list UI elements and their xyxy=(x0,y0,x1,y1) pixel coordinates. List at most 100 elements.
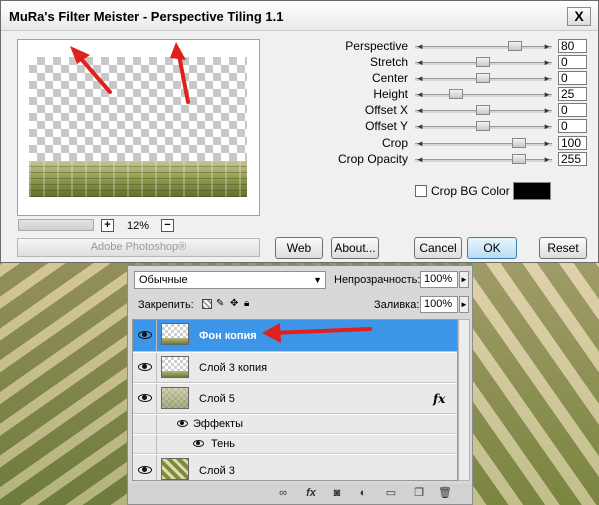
param-value-field[interactable]: 0 xyxy=(558,119,587,133)
visibility-toggle[interactable] xyxy=(133,435,157,454)
param-value-field[interactable]: 0 xyxy=(558,71,587,85)
param-value-field[interactable]: 0 xyxy=(558,55,587,69)
visibility-toggle[interactable] xyxy=(133,353,157,382)
trash-icon[interactable]: 🗑︎ xyxy=(438,487,452,500)
fx-badge[interactable]: fx xyxy=(433,392,445,406)
arrow-right-icon[interactable]: ► xyxy=(543,155,551,164)
visibility-toggle[interactable] xyxy=(133,320,157,351)
close-icon: X xyxy=(574,8,584,24)
slider-thumb[interactable] xyxy=(511,138,526,148)
eye-icon[interactable] xyxy=(177,420,188,427)
lock-brush-icon[interactable]: ✎ xyxy=(216,299,226,309)
reset-button[interactable]: Reset xyxy=(539,237,587,259)
param-value-field[interactable]: 255 xyxy=(558,152,587,166)
param-slider[interactable]: ◄ ► xyxy=(415,105,552,117)
ok-button[interactable]: OK xyxy=(467,237,517,259)
visibility-toggle[interactable] xyxy=(133,415,157,434)
layer-row[interactable]: Фон копия xyxy=(133,320,457,352)
dialog-titlebar[interactable]: MuRa's Filter Meister - Perspective Tili… xyxy=(1,1,598,31)
layer-thumbnail xyxy=(161,323,189,345)
arrow-left-icon[interactable]: ◄ xyxy=(416,42,424,51)
layer-name[interactable]: Слой 5 xyxy=(199,393,235,405)
slider-thumb[interactable] xyxy=(475,121,490,131)
slider-thumb[interactable] xyxy=(475,57,490,67)
layer-row[interactable]: Слой 3 копия xyxy=(133,353,457,383)
layer-row[interactable]: Слой 5 fx xyxy=(133,384,457,414)
zoom-out-button[interactable]: − xyxy=(161,219,174,232)
blend-mode-select[interactable]: Обычные ▼ xyxy=(134,271,326,289)
arrow-right-icon[interactable]: ► xyxy=(543,74,551,83)
about-button[interactable]: About... xyxy=(331,237,379,259)
slider-thumb[interactable] xyxy=(475,105,490,115)
arrow-left-icon[interactable]: ◄ xyxy=(416,155,424,164)
param-slider[interactable]: ◄ ► xyxy=(415,73,552,85)
opacity-arrow-icon[interactable]: ► xyxy=(459,271,469,288)
arrow-right-icon[interactable]: ► xyxy=(543,139,551,148)
param-slider[interactable]: ◄ ► xyxy=(415,41,552,53)
param-value-field[interactable]: 100 xyxy=(558,136,587,150)
arrow-left-icon[interactable]: ◄ xyxy=(416,90,424,99)
arrow-left-icon[interactable]: ◄ xyxy=(416,122,424,131)
slider-thumb[interactable] xyxy=(448,89,463,99)
adjustment-icon[interactable]: ◐ xyxy=(356,487,370,500)
param-label: Perspective xyxy=(345,39,408,53)
slider-thumb[interactable] xyxy=(475,73,490,83)
param-slider[interactable]: ◄ ► xyxy=(415,138,552,150)
effects-row[interactable]: Эффекты xyxy=(133,415,457,434)
param-slider[interactable]: ◄ ► xyxy=(415,57,552,69)
layer-row[interactable]: Слой 3 xyxy=(133,455,457,480)
slider-track xyxy=(415,94,552,97)
arrow-left-icon[interactable]: ◄ xyxy=(416,58,424,67)
param-label: Stretch xyxy=(369,55,408,69)
fill-label: Заливка: xyxy=(374,299,420,311)
arrow-left-icon[interactable]: ◄ xyxy=(416,106,424,115)
param-slider[interactable]: ◄ ► xyxy=(415,121,552,133)
new-layer-icon[interactable]: ❐ xyxy=(412,487,426,500)
close-button[interactable]: X xyxy=(567,7,591,26)
slider-thumb[interactable] xyxy=(507,41,522,51)
web-button[interactable]: Web xyxy=(275,237,323,259)
layer-name[interactable]: Слой 3 копия xyxy=(199,362,267,374)
arrow-left-icon[interactable]: ◄ xyxy=(416,139,424,148)
chevron-down-icon: ▼ xyxy=(313,275,322,285)
lock-transparency-icon[interactable] xyxy=(202,299,212,309)
fill-field[interactable]: 100% xyxy=(420,296,458,313)
param-value-field[interactable]: 0 xyxy=(558,103,587,117)
layer-name[interactable]: Фон копия xyxy=(199,330,257,342)
layer-thumbnail xyxy=(161,356,189,378)
zoom-scrollbar[interactable] xyxy=(18,219,94,231)
layers-bottom-bar: ∞ fx ◙ ◐ ▭ ❐ 🗑︎ xyxy=(128,484,472,504)
param-value-field[interactable]: 25 xyxy=(558,87,587,101)
preview-image[interactable] xyxy=(29,57,247,197)
arrow-right-icon[interactable]: ► xyxy=(543,122,551,131)
mask-icon[interactable]: ◙ xyxy=(330,487,344,500)
param-slider[interactable]: ◄ ► xyxy=(415,154,552,166)
crop-bg-checkbox[interactable] xyxy=(415,185,427,197)
folder-icon[interactable]: ▭ xyxy=(384,487,398,500)
arrow-right-icon[interactable]: ► xyxy=(543,58,551,67)
fill-arrow-icon[interactable]: ► xyxy=(459,296,469,313)
crop-bg-color-swatch[interactable] xyxy=(513,182,551,200)
layers-scrollbar[interactable] xyxy=(458,319,470,481)
param-value-field[interactable]: 80 xyxy=(558,39,587,53)
arrow-right-icon[interactable]: ► xyxy=(543,42,551,51)
opacity-field[interactable]: 100% xyxy=(420,271,458,288)
visibility-toggle[interactable] xyxy=(133,455,157,480)
cancel-button[interactable]: Cancel xyxy=(414,237,462,259)
lock-move-icon[interactable]: ✥ xyxy=(230,299,240,309)
lock-all-icon[interactable]: 🔒︎ xyxy=(244,299,254,309)
arrow-right-icon[interactable]: ► xyxy=(543,106,551,115)
param-slider[interactable]: ◄ ► xyxy=(415,89,552,101)
zoom-in-button[interactable]: + xyxy=(101,219,114,232)
zoom-level: 12% xyxy=(127,220,150,232)
link-icon[interactable]: ∞ xyxy=(276,487,290,500)
dialog-title: MuRa's Filter Meister - Perspective Tili… xyxy=(9,9,284,24)
slider-thumb[interactable] xyxy=(511,154,526,164)
visibility-toggle[interactable] xyxy=(133,384,157,413)
layer-name[interactable]: Слой 3 xyxy=(199,465,235,477)
arrow-left-icon[interactable]: ◄ xyxy=(416,74,424,83)
arrow-right-icon[interactable]: ► xyxy=(543,90,551,99)
eye-icon[interactable] xyxy=(193,440,204,447)
shadow-effect-row[interactable]: Тень xyxy=(133,435,457,454)
fx-icon[interactable]: fx xyxy=(304,487,318,500)
